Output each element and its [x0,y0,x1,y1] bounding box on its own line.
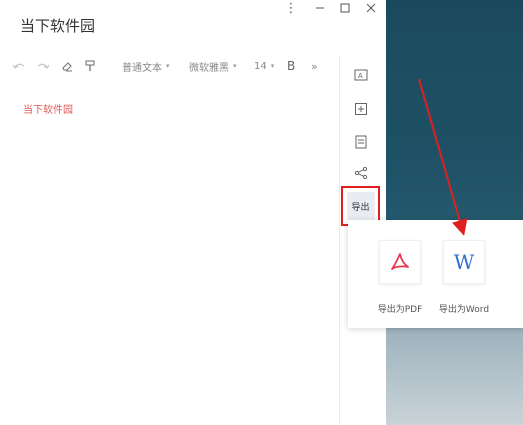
export-pdf-option[interactable]: 导出为PDF [376,240,424,315]
maximize-icon [340,3,350,13]
chevron-down-icon: ▾ [233,62,237,70]
pdf-tile [379,240,421,284]
close-button[interactable] [359,0,383,16]
chevron-down-icon: ▾ [166,62,170,70]
document-button[interactable] [350,131,372,153]
font-family-value: 微软雅黑 [189,62,229,74]
more-tools-button[interactable]: » [311,56,318,76]
svg-text:A: A [358,73,363,80]
desktop-background [386,0,523,425]
insert-button[interactable] [350,98,372,120]
share-button[interactable] [350,162,372,184]
bold-label: B [287,59,296,73]
sidebar-divider [339,56,340,425]
format-toolbar: 普通文本 ▾ 微软雅黑 ▾ 14 ▾ B » [0,56,340,76]
eraser-icon [62,62,72,72]
minimize-icon [316,7,324,9]
close-icon [366,3,376,13]
undo-icon [12,63,25,69]
word-tile: W [443,240,485,284]
clear-format-button[interactable] [61,56,73,76]
share-icon [354,166,368,180]
text-recognition-button[interactable]: A [350,64,372,86]
paragraph-style-value: 普通文本 [122,62,162,74]
window-title: 当下软件园 [20,17,96,35]
export-word-option[interactable]: W 导出为Word [439,240,489,315]
export-word-label: 导出为Word [438,305,490,315]
chevron-down-icon: ▾ [270,62,275,70]
add-box-icon [355,103,367,115]
font-family-select[interactable]: 微软雅黑 ▾ [189,56,237,76]
export-label: 导出 [346,192,375,220]
text-box-icon: A [354,69,368,81]
more-options-button[interactable]: ⋮ [279,0,303,16]
paragraph-style-select[interactable]: 普通文本 ▾ [122,56,170,76]
undo-button[interactable] [12,56,26,76]
font-size-value: 14 [254,60,267,72]
pdf-icon [391,253,409,270]
minimize-button[interactable] [308,0,332,16]
document-icon [355,135,367,149]
format-painter-button[interactable] [84,56,96,76]
font-size-select[interactable]: 14 ▾ [254,56,274,76]
more-tools-label: » [311,59,318,73]
export-menu: 导出为PDF W 导出为Word [348,220,523,328]
format-painter-icon [85,60,95,71]
document-body-text[interactable]: 当下软件园 [23,101,73,116]
redo-icon [37,63,50,69]
bold-button[interactable]: B [287,56,295,76]
editor-window: 当下软件园 ⋮ 普通文本 ▾ 微软雅黑 ▾ 14 ▾ B » 当下软件园 A 导… [0,0,386,425]
word-icon: W [453,250,475,274]
vertical-dots-icon: ⋮ [284,0,298,16]
maximize-button[interactable] [333,0,357,16]
redo-button[interactable] [36,56,50,76]
